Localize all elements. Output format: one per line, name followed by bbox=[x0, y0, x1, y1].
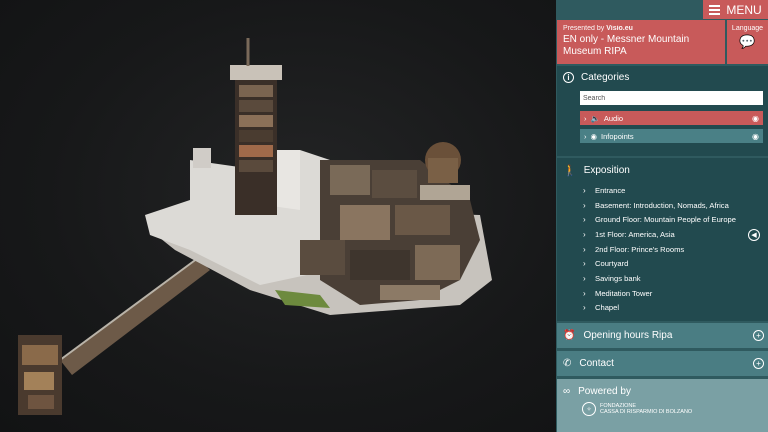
eye-icon[interactable]: ◉ bbox=[752, 132, 759, 141]
language-label: Language bbox=[731, 25, 764, 32]
exposition-item[interactable]: › Courtyard bbox=[583, 256, 736, 271]
phone-icon: ✆ bbox=[563, 358, 572, 369]
exposition-item[interactable]: › Savings bank bbox=[583, 271, 736, 286]
search-input[interactable] bbox=[580, 91, 763, 105]
chevron-right-icon: › bbox=[583, 259, 586, 269]
presenter-name: Visio.eu bbox=[606, 25, 633, 32]
contact-title: Contact bbox=[579, 358, 614, 369]
exposition-header[interactable]: 🚶 Exposition bbox=[557, 158, 768, 183]
chevron-right-icon: › bbox=[583, 303, 586, 313]
exposition-item[interactable]: › Entrance bbox=[583, 183, 736, 198]
3d-model-viewport[interactable] bbox=[0, 0, 556, 432]
category-infopoints[interactable]: › ◉ Infopoints ◉ bbox=[580, 129, 763, 143]
exposition-item[interactable]: › Basement: Introduction, Nomads, Africa bbox=[583, 198, 736, 213]
menu-button[interactable]: MENU bbox=[703, 0, 768, 19]
opening-hours-bar[interactable]: ⏰ Opening hours Ripa + bbox=[557, 323, 768, 348]
presenter-header: Presented by Visio.eu EN only - Messner … bbox=[557, 20, 725, 64]
chevron-right-icon: › bbox=[583, 273, 586, 283]
expand-plus-icon[interactable]: + bbox=[753, 330, 764, 341]
sponsor-name: FONDAZIONE CASSA DI RISPARMIO DI BOLZANO bbox=[600, 402, 693, 416]
chevron-right-icon: › bbox=[583, 229, 586, 239]
categories-section: i Categories › 🔈 Audio ◉ › ◉ Infopoints … bbox=[557, 66, 768, 156]
tour-title: EN only - Messner Mountain Museum RIPA bbox=[563, 34, 690, 57]
sponsor-logo[interactable]: ✧ FONDAZIONE CASSA DI RISPARMIO DI BOLZA… bbox=[557, 397, 768, 416]
exposition-item[interactable]: › Ground Floor: Mountain People of Europe bbox=[583, 212, 736, 227]
chevron-right-icon: › bbox=[583, 244, 586, 254]
alarm-clock-icon: ⏰ bbox=[563, 330, 576, 341]
speaker-icon: 🔈 bbox=[590, 113, 600, 123]
powered-by-section: ∞ Powered by ✧ FONDAZIONE CASSA DI RISPA… bbox=[557, 379, 768, 432]
powered-by-title: Powered by bbox=[578, 386, 631, 397]
presented-by: Presented by Visio.eu bbox=[563, 25, 633, 32]
categories-title: Categories bbox=[581, 72, 630, 83]
chevron-right-icon: › bbox=[583, 215, 586, 225]
info-icon: i bbox=[563, 72, 574, 83]
chevron-right-icon: › bbox=[583, 200, 586, 210]
opening-hours-title: Opening hours Ripa bbox=[583, 330, 673, 341]
exposition-title: Exposition bbox=[583, 165, 630, 176]
exposition-list: › Entrance › Basement: Introduction, Nomad… bbox=[583, 183, 736, 315]
chevron-right-icon: › bbox=[583, 288, 586, 298]
category-label: Infopoints bbox=[601, 131, 634, 141]
eye-icon[interactable]: ◉ bbox=[752, 114, 759, 123]
exposition-section: 🚶 Exposition › Entrance › Basement: Introd… bbox=[557, 158, 768, 321]
category-audio[interactable]: › 🔈 Audio ◉ bbox=[580, 111, 763, 125]
play-tour-icon[interactable]: ◀ bbox=[748, 229, 760, 241]
exposition-item[interactable]: › Chapel bbox=[583, 301, 736, 316]
exposition-item[interactable]: › 2nd Floor: Prince's Rooms bbox=[583, 242, 736, 257]
infopoint-icon: ◉ bbox=[590, 131, 598, 141]
walkway-bridge bbox=[60, 258, 210, 375]
powered-by-header: ∞ Powered by bbox=[557, 379, 768, 397]
dollhouse-model[interactable] bbox=[0, 0, 556, 432]
language-button[interactable]: Language 💬 bbox=[727, 20, 768, 64]
foundation-seal-icon: ✧ bbox=[582, 402, 596, 416]
speech-bubbles-icon: 💬 bbox=[739, 34, 756, 49]
link-icon: ∞ bbox=[563, 386, 571, 397]
chevron-right-icon: › bbox=[584, 131, 587, 141]
categories-header[interactable]: i Categories bbox=[557, 66, 768, 89]
expand-plus-icon[interactable]: + bbox=[753, 358, 764, 369]
category-label: Audio bbox=[603, 113, 624, 123]
exposition-item[interactable]: › Meditation Tower bbox=[583, 286, 736, 301]
chevron-right-icon: › bbox=[584, 113, 587, 123]
contact-bar[interactable]: ✆ Contact + bbox=[557, 351, 768, 376]
exposition-item[interactable]: › 1st Floor: America, Asia bbox=[583, 227, 736, 242]
hamburger-icon bbox=[709, 4, 721, 15]
menu-label: MENU bbox=[726, 2, 762, 17]
chevron-right-icon: › bbox=[583, 185, 586, 195]
walking-person-icon: 🚶 bbox=[563, 165, 577, 177]
